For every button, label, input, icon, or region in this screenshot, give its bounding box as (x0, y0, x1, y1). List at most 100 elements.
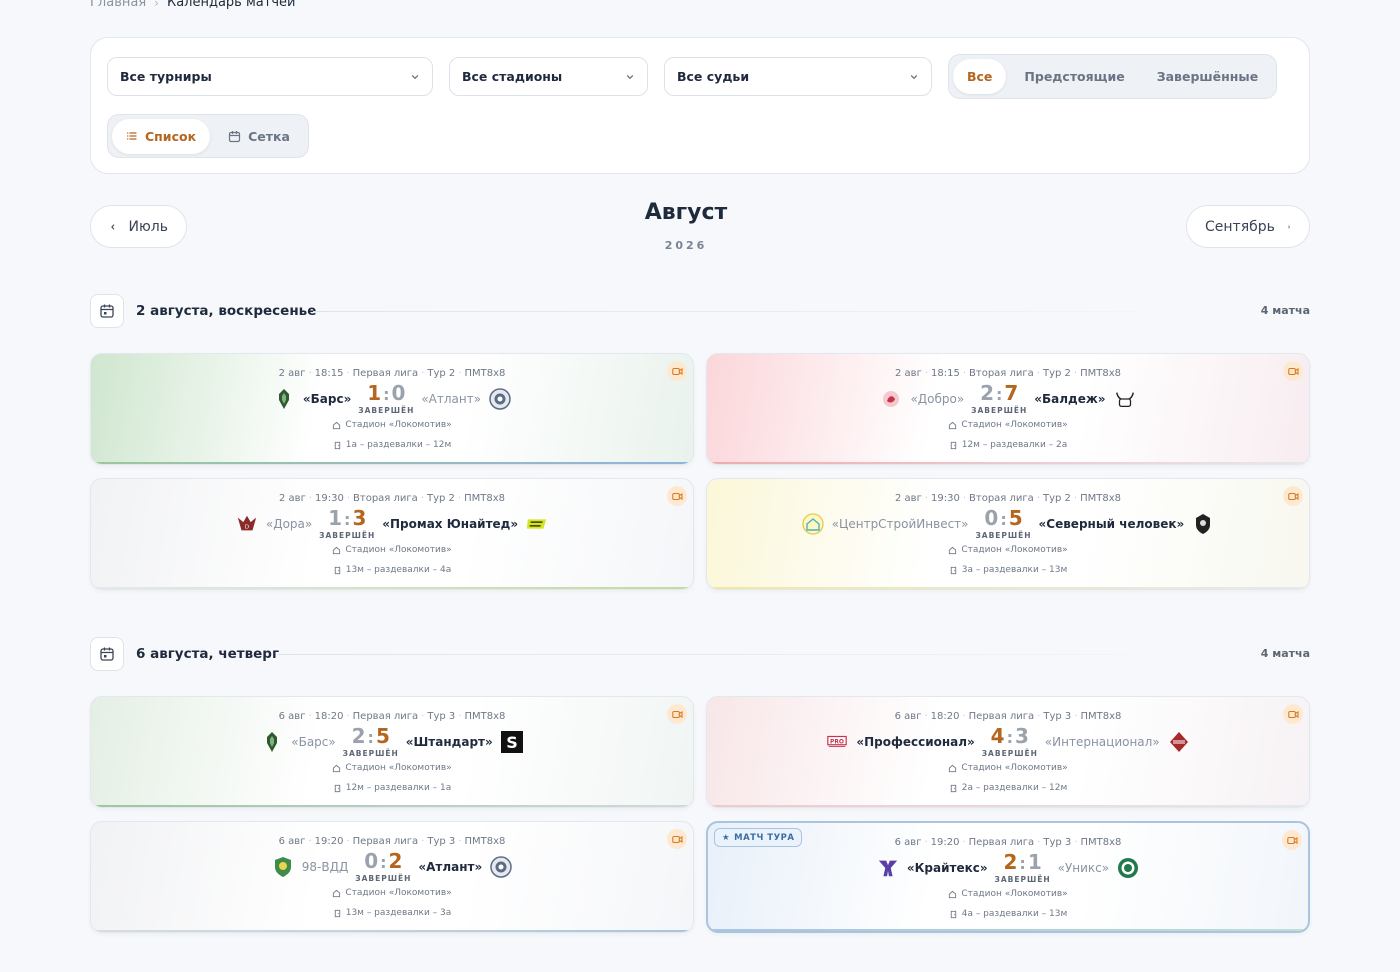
away-team[interactable]: «Северный человек» (1039, 513, 1215, 535)
away-team-name: «Атлант» (421, 392, 482, 406)
match-card[interactable]: 2 авг · 18:15 · Вторая лига · Тур 2 · ПМТ8х8 «Доб… (706, 353, 1310, 465)
home-team-name: 98-ВДД (301, 860, 349, 874)
video-button[interactable] (667, 486, 687, 506)
match-status: ЗАВЕРШЁН (342, 749, 399, 758)
view-option-grid-label: Сетка (248, 128, 290, 144)
svg-text:S: S (506, 733, 518, 752)
filters-panel: Все турниры Все стадионы Все судьи Все П… (90, 37, 1310, 174)
away-score: 5 (1008, 506, 1023, 530)
match-status: ЗАВЕРШЁН (319, 531, 376, 540)
card-accent-bar (91, 587, 693, 589)
video-camera-icon (671, 710, 683, 718)
home-team[interactable]: «Барс» (273, 388, 351, 410)
match-card[interactable]: 2 авг · 19:30 · Вторая лига · Тур 2 · ПМТ8х8 «Цен… (706, 478, 1310, 590)
match-meta: 2 авг · 18:15 · Вторая лига · Тур 2 · ПМТ8х8 (895, 368, 1121, 379)
match-score: 2:7 ЗАВЕРШЁН (971, 381, 1028, 415)
away-team[interactable]: «Атлант» (421, 388, 511, 410)
stadium-icon (949, 764, 957, 772)
home-team[interactable]: «ЦентрСтройИнвест» (802, 513, 969, 535)
away-team-name: «Балдеж» (1034, 392, 1106, 406)
video-button[interactable] (1282, 830, 1302, 850)
match-card[interactable]: 6 авг · 18:20 · Первая лига · Тур 3 · ПМТ8х8 «Бар… (90, 696, 694, 808)
match-league: Первая лига (968, 837, 1035, 848)
video-button[interactable] (1283, 704, 1303, 724)
away-team[interactable]: «Штандарт» S (406, 731, 523, 753)
match-card[interactable]: 6 авг · 18:20 · Первая лига · Тур 3 · ПМТ8х8 PRO «… (706, 696, 1310, 808)
away-team[interactable]: «Интернационал» (1045, 731, 1190, 753)
krajteks-logo (877, 857, 899, 879)
match-league: Первая лига (968, 711, 1035, 722)
match-teams-row: PRO «Профессионал» 4:3 ЗАВЕРШЁН «Интернацион… (707, 724, 1309, 758)
bars-logo (273, 388, 295, 410)
match-card[interactable]: 2 авг · 19:30 · Вторая лига · Тур 2 · ПМТ8х8 D «До… (90, 478, 694, 590)
match-score: 2:1 ЗАВЕРШЁН (994, 850, 1051, 884)
away-team[interactable]: «Промах Юнайтед» (382, 513, 548, 535)
away-team-name: «Атлант» (418, 860, 483, 874)
match-card[interactable]: 2 авг · 18:15 · Первая лига · Тур 2 · ПМТ8х8 «Бар… (90, 353, 694, 465)
away-team[interactable]: «Балдеж» (1034, 388, 1135, 410)
match-card[interactable]: ★ МАТЧ ТУРА 6 авг · 19:20 · Первая лига · Тур 3 ·… (706, 821, 1310, 933)
match-score: 1:3 ЗАВЕРШЁН (319, 506, 376, 540)
match-count: 4 матча (1260, 304, 1310, 317)
home-team-name: «Барс» (291, 735, 336, 749)
home-score: 4 (990, 724, 1005, 748)
card-accent-bar (707, 805, 1309, 807)
home-team[interactable]: «Добро» (880, 388, 964, 410)
bars-logo (261, 731, 283, 753)
divider (313, 311, 1190, 312)
match-time: 19:20 (930, 837, 960, 848)
match-date: 2 авг (278, 368, 306, 379)
match-league: Вторая лига (969, 368, 1034, 379)
next-month-label: Сентябрь (1205, 218, 1275, 235)
match-card[interactable]: 6 авг · 19:20 · Первая лига · Тур 3 · ПМТ8х8 98-В… (90, 821, 694, 933)
home-team[interactable]: D «Дора» (236, 513, 312, 535)
home-team[interactable]: «Крайтекс» (877, 857, 988, 879)
stadium-icon (949, 890, 957, 898)
video-button[interactable] (1283, 361, 1303, 381)
match-time: 18:15 (314, 368, 344, 379)
match-date: 2 авг (895, 368, 922, 379)
view-option-list[interactable]: Список (112, 118, 211, 154)
dobro-logo (880, 388, 902, 410)
match-round: Тур 3 (427, 711, 456, 722)
stadium-name: Стадион «Локомотив» (961, 889, 1068, 899)
breadcrumb-home[interactable]: Главная (90, 0, 146, 10)
card-accent-bar (91, 805, 693, 807)
video-button[interactable] (667, 829, 687, 849)
match-teams-row: «ЦентрСтройИнвест» 0:5 ЗАВЕРШЁН «Северный ч… (707, 506, 1309, 540)
door-icon (334, 441, 340, 449)
away-team[interactable]: «Уникс» (1058, 857, 1140, 879)
stadium-select[interactable]: Все стадионы (449, 57, 648, 96)
standart-logo: S (500, 731, 523, 753)
chevron-down-icon (626, 74, 634, 79)
match-teams-row: D «Дора» 1:3 ЗАВЕРШЁН «Промах Юнайтед» (91, 506, 693, 540)
status-option-all[interactable]: Все (953, 59, 1007, 94)
card-accent-bar (91, 462, 693, 464)
match-rooms: 13м – раздевалки – 4а (91, 565, 693, 575)
tournament-select[interactable]: Все турниры (107, 57, 433, 96)
status-option-upcoming[interactable]: Предстоящие (1010, 59, 1138, 94)
match-stadium: Стадион «Локомотив» (707, 545, 1309, 555)
video-button[interactable] (1283, 486, 1303, 506)
view-option-grid[interactable]: Сетка (214, 119, 304, 154)
away-team[interactable]: «Атлант» (418, 856, 512, 878)
match-round: Тур 3 (1043, 711, 1072, 722)
status-option-finished[interactable]: Завершённые (1143, 59, 1272, 94)
match-status: ЗАВЕРШЁН (975, 531, 1032, 540)
referee-select[interactable]: Все судьи (664, 57, 932, 96)
chevron-down-icon (411, 74, 419, 79)
view-segmented-control: Список Сетка (107, 114, 309, 158)
away-score: 0 (391, 381, 406, 405)
day-label: 2 августа, воскресенье (136, 303, 317, 319)
next-month-button[interactable]: Сентябрь (1186, 205, 1310, 248)
door-icon (950, 566, 956, 574)
match-round: Тур 3 (1043, 837, 1072, 848)
home-team[interactable]: PRO «Профессионал» (826, 731, 975, 753)
video-button[interactable] (667, 361, 687, 381)
video-button[interactable] (667, 704, 687, 724)
view-option-list-label: Список (145, 128, 197, 144)
match-teams-row: «Крайтекс» 2:1 ЗАВЕРШЁН «Уникс» (708, 850, 1308, 884)
home-team[interactable]: «Барс» (261, 731, 336, 753)
home-team[interactable]: 98-ВДД (272, 856, 349, 878)
match-time: 19:30 (931, 493, 960, 504)
